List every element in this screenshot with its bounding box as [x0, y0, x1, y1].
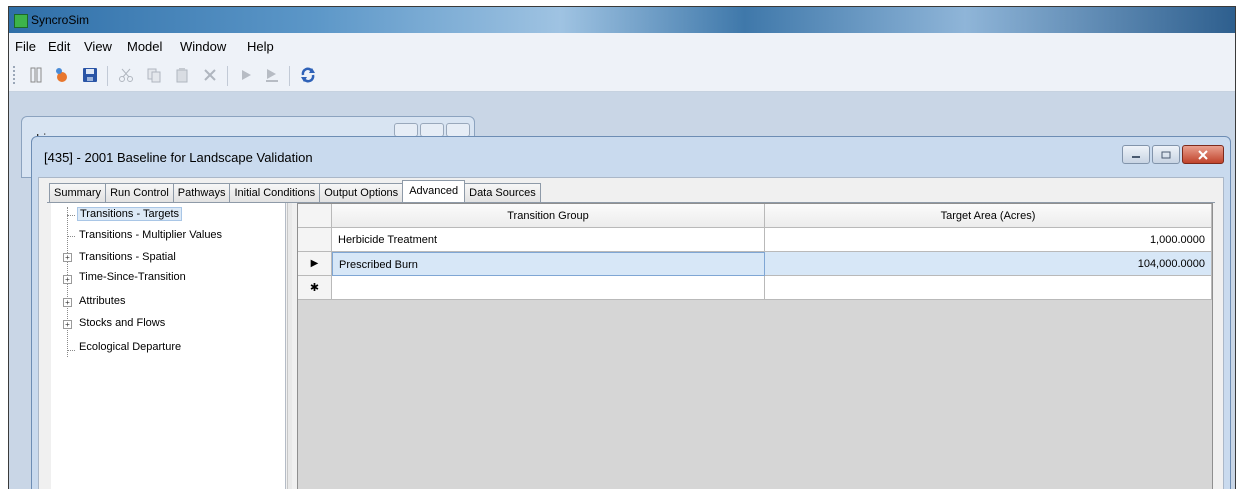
minimize-icon[interactable] — [394, 123, 418, 137]
row-indicator[interactable]: ▶ — [298, 252, 332, 276]
tree-item-attributes[interactable]: Attributes — [79, 295, 125, 307]
new-row-indicator[interactable]: ✱ — [298, 276, 332, 300]
mdi-workspace: Li [435] - 2001 Baseline for Landscape V… — [9, 92, 1235, 489]
tree-connector — [67, 236, 75, 237]
menu-bar: File Edit View Model Window Help — [9, 33, 1235, 57]
scenario-window-title: [435] - 2001 Baseline for Landscape Vali… — [44, 150, 313, 165]
transition-targets-grid: Transition Group Target Area (Acres) Her… — [297, 203, 1213, 489]
tree-item-transitions-spatial[interactable]: Transitions - Spatial — [79, 251, 176, 263]
menu-file[interactable]: File — [15, 39, 36, 54]
run-step-icon[interactable] — [263, 66, 281, 84]
tree-connector — [67, 215, 75, 216]
toolbar-grip[interactable] — [13, 66, 18, 84]
tab-output-options[interactable]: Output Options — [319, 183, 404, 202]
tree-connector — [67, 350, 75, 351]
expand-icon[interactable]: + — [63, 320, 72, 329]
panel-splitter[interactable] — [287, 203, 292, 489]
restore-icon — [1161, 151, 1171, 158]
toolbar — [9, 57, 1235, 92]
row-indicator[interactable] — [298, 228, 332, 252]
table-row[interactable]: Herbicide Treatment 1,000.0000 — [298, 228, 1212, 252]
scenario-properties: Summary Run Control Pathways Initial Con… — [38, 177, 1224, 489]
expand-icon[interactable]: + — [63, 298, 72, 307]
close-icon — [1198, 149, 1208, 160]
tree-item-time-since-transition[interactable]: Time-Since-Transition — [79, 271, 186, 283]
toolbar-separator — [289, 66, 290, 86]
tab-pathways[interactable]: Pathways — [172, 183, 231, 202]
scenario-window-controls — [1122, 145, 1224, 164]
grid-corner-header[interactable] — [298, 204, 332, 228]
tree-item-transitions-multiplier-values[interactable]: Transitions - Multiplier Values — [79, 229, 222, 241]
tab-data-sources[interactable]: Data Sources — [464, 183, 541, 202]
tree-item-ecological-departure[interactable]: Ecological Departure — [79, 341, 181, 353]
advanced-tree: Transitions - Targets Transitions - Mult… — [51, 203, 286, 489]
close-icon[interactable] — [446, 123, 470, 137]
app-title: SyncroSim — [31, 13, 90, 27]
title-bar[interactable]: SyncroSim — [9, 7, 1235, 33]
menu-model[interactable]: Model — [127, 39, 162, 54]
target-area-cell[interactable] — [765, 276, 1212, 300]
close-button[interactable] — [1182, 145, 1224, 164]
save-icon[interactable] — [81, 66, 99, 84]
maximize-button[interactable] — [1152, 145, 1180, 164]
menu-edit[interactable]: Edit — [48, 39, 70, 54]
column-header-transition-group[interactable]: Transition Group — [332, 204, 765, 228]
tab-advanced[interactable]: Advanced — [402, 180, 466, 202]
minimize-button[interactable] — [1122, 145, 1150, 164]
advanced-panel: Transitions - Targets Transitions - Mult… — [47, 202, 1215, 489]
column-header-target-area[interactable]: Target Area (Acres) — [765, 204, 1212, 228]
expand-icon[interactable]: + — [63, 275, 72, 284]
app-window: SyncroSim File Edit View Model Window He… — [8, 6, 1236, 489]
delete-icon[interactable] — [201, 66, 219, 84]
paste-icon[interactable] — [173, 66, 191, 84]
tab-summary[interactable]: Summary — [49, 183, 107, 202]
scenario-window: [435] - 2001 Baseline for Landscape Vali… — [31, 136, 1231, 489]
tree-item-transitions-targets[interactable]: Transitions - Targets — [77, 207, 183, 221]
table-row[interactable]: ▶ Prescribed Burn 104,000.0000 — [298, 252, 1212, 276]
library-window-controls — [394, 123, 470, 137]
copy-icon[interactable] — [145, 66, 163, 84]
toolbar-separator — [227, 66, 228, 86]
grid-header-row: Transition Group Target Area (Acres) — [298, 204, 1212, 228]
target-area-cell[interactable]: 104,000.0000 — [765, 252, 1212, 276]
expand-icon[interactable]: + — [63, 253, 72, 262]
transition-group-cell[interactable] — [332, 276, 765, 300]
toolbar-separator — [107, 66, 108, 86]
tab-initial-conditions[interactable]: Initial Conditions — [229, 183, 321, 202]
tab-run-control[interactable]: Run Control — [105, 183, 174, 202]
tab-strip: Summary Run Control Pathways Initial Con… — [49, 180, 541, 202]
target-area-cell[interactable]: 1,000.0000 — [765, 228, 1212, 252]
tree-item-stocks-and-flows[interactable]: Stocks and Flows — [79, 317, 165, 329]
menu-help[interactable]: Help — [247, 39, 274, 54]
table-row-new[interactable]: ✱ — [298, 276, 1212, 300]
transition-group-cell[interactable]: Prescribed Burn — [332, 252, 765, 276]
refresh-icon[interactable] — [299, 66, 317, 84]
run-icon[interactable] — [237, 66, 255, 84]
open-icon[interactable] — [53, 66, 71, 84]
restore-icon[interactable] — [420, 123, 444, 137]
menu-window[interactable]: Window — [180, 39, 226, 54]
transition-group-cell[interactable]: Herbicide Treatment — [332, 228, 765, 252]
menu-view[interactable]: View — [84, 39, 112, 54]
cut-icon[interactable] — [117, 66, 135, 84]
syncrosim-app-icon — [14, 14, 28, 28]
library-icon[interactable] — [27, 66, 45, 84]
minimize-icon — [1132, 155, 1140, 158]
